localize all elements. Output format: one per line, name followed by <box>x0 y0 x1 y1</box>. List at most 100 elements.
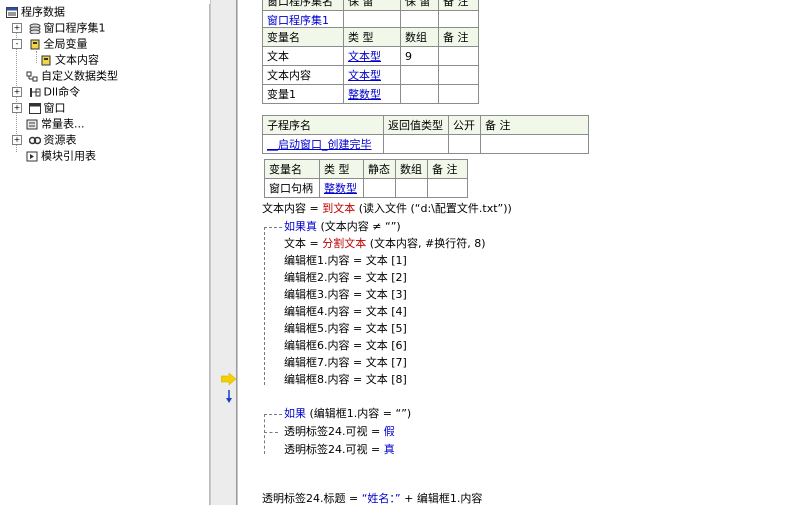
code-line[interactable]: 编辑框5.内容 = 文本 [5] <box>284 320 407 337</box>
code-line[interactable]: 编辑框6.内容 = 文本 [6] <box>284 337 407 354</box>
code-line[interactable]: 文本内容 = 到文本 (读入文件 (“d:\配置文件.txt”)) <box>262 200 512 217</box>
tree-item-text-content[interactable]: 文本内容 <box>40 52 99 67</box>
code-token: = <box>367 443 384 456</box>
tree-item-custom-types[interactable]: 自定义数据类型 <box>26 68 118 83</box>
var-note-cell[interactable] <box>438 84 479 104</box>
table-cell[interactable] <box>395 178 428 198</box>
table-cell[interactable] <box>448 134 481 154</box>
code-token: = <box>367 425 384 438</box>
var-name-cell[interactable]: 文本内容 <box>262 65 344 85</box>
code-line[interactable]: 编辑框3.内容 = 文本 [3] <box>284 286 407 303</box>
code-token: (编辑框1.内容 = “”) <box>306 407 412 420</box>
table-cell[interactable] <box>480 134 589 154</box>
table-header: 保 留 <box>400 0 439 11</box>
dll-icon <box>29 87 41 98</box>
expand-icon[interactable]: + <box>12 87 22 97</box>
tree-item-assembly[interactable]: + 窗口程序集1 <box>12 20 106 35</box>
code-token: “姓名：” <box>361 492 401 505</box>
tree-item-label: 常量表... <box>41 117 85 131</box>
code-token: 透明标签24.可视 <box>284 443 368 456</box>
code-line[interactable]: 编辑框7.内容 = 文本 [7] <box>284 354 407 371</box>
code-token: 透明标签24.标题 <box>262 492 346 505</box>
global-vars-table: 变量名 类 型 数组 备 注 文本 文本型 9 文本内容 文本型 变量1 整数型 <box>262 27 479 104</box>
tree-item-label: 模块引用表 <box>41 149 96 163</box>
code-line[interactable]: 如果 (编辑框1.内容 = “”) <box>284 405 411 422</box>
code-line[interactable]: 文本 = 分割文本 (文本内容, #换行符, 8) <box>284 235 486 252</box>
tree-item-module-refs[interactable]: 模块引用表 <box>26 148 96 163</box>
var-note-cell[interactable] <box>438 65 479 85</box>
var-type-cell[interactable]: 文本型 <box>343 65 401 85</box>
var-type-cell[interactable]: 文本型 <box>343 46 401 66</box>
table-header: 备 注 <box>480 115 589 135</box>
panel-splitter[interactable] <box>210 0 238 505</box>
var-array-cell[interactable]: 9 <box>400 46 439 66</box>
local-var-type-cell[interactable]: 整数型 <box>319 178 364 198</box>
code-line[interactable]: 透明标签24.标题 = “姓名：” + 编辑框1.内容 <box>262 490 482 507</box>
code-editor[interactable]: 窗口程序集名 保 留 保 留 备 注 窗口程序集1 变量名 类 型 数组 备 注… <box>262 0 800 505</box>
table-cell[interactable] <box>363 178 396 198</box>
subroutine-name-cell[interactable]: __启动窗口_创建完毕 <box>262 134 384 154</box>
table-header: 返回值类型 <box>383 115 449 135</box>
code-token: = <box>306 237 323 250</box>
table-row[interactable]: 变量1 整数型 <box>262 84 479 104</box>
block-guide <box>264 227 282 228</box>
code-token: 分割文本 <box>322 237 367 250</box>
tree-root-label: 程序数据 <box>21 5 65 19</box>
var-array-cell[interactable] <box>400 84 439 104</box>
code-gutter <box>236 0 237 505</box>
code-token: = <box>306 202 323 215</box>
table-header: 变量名 <box>264 159 320 179</box>
table-header: 子程序名 <box>262 115 384 135</box>
var-note-cell[interactable] <box>438 46 479 66</box>
code-line[interactable]: 编辑框2.内容 = 文本 [2] <box>284 269 407 286</box>
table-header: 备 注 <box>438 0 479 11</box>
table-row[interactable]: 文本 文本型 9 <box>262 46 479 66</box>
var-array-cell[interactable] <box>400 65 439 85</box>
tree-item-label: 文本内容 <box>55 53 99 67</box>
expand-icon[interactable]: + <box>12 23 22 33</box>
collapse-icon[interactable]: - <box>12 39 22 49</box>
tree-item-dll[interactable]: + Dll命令 <box>12 84 80 99</box>
block-guide <box>264 432 278 433</box>
code-line[interactable]: 编辑框8.内容 = 文本 [8] <box>284 371 407 388</box>
table-row[interactable]: 文本内容 文本型 <box>262 65 479 85</box>
tree-item-label: Dll命令 <box>43 85 81 99</box>
resource-icon <box>28 135 41 146</box>
code-line[interactable]: 透明标签24.可视 = 真 <box>284 441 395 458</box>
tree-item-resources[interactable]: + 资源表 <box>12 132 77 147</box>
tree-item-label: 全局变量 <box>43 37 88 51</box>
tree-item-windows[interactable]: + 窗口 <box>12 100 66 115</box>
code-token: (文本内容 ≠ “”) <box>317 220 401 233</box>
expand-icon[interactable]: + <box>12 103 22 113</box>
code-line[interactable]: 如果真 (文本内容 ≠ “”) <box>284 218 401 235</box>
constant-icon <box>26 119 38 130</box>
code-line[interactable]: 编辑框4.内容 = 文本 [4] <box>284 303 407 320</box>
program-data-tree[interactable]: 程序数据 + 窗口程序集1 - 全局变量 文本内容 自定义数据类型 + Dll命… <box>4 4 210 505</box>
table-cell[interactable] <box>427 178 468 198</box>
tree-item-constants[interactable]: 常量表... <box>26 116 85 131</box>
current-line-arrow-icon <box>221 373 237 385</box>
custom-type-icon <box>26 71 38 82</box>
tree-item-global-vars[interactable]: - 全局变量 <box>12 36 88 51</box>
code-token: 到文本 <box>322 202 356 215</box>
table-header: 保 留 <box>343 0 401 11</box>
var-name-cell[interactable]: 文本 <box>262 46 344 66</box>
tree-item-label: 资源表 <box>43 133 77 147</box>
var-type-cell[interactable]: 整数型 <box>343 84 401 104</box>
table-header: 数组 <box>395 159 428 179</box>
code-token: + 编辑框1.内容 <box>400 492 483 505</box>
code-line[interactable]: 编辑框1.内容 = 文本 [1] <box>284 252 407 269</box>
table-header: 公开 <box>448 115 481 135</box>
table-header: 变量名 <box>262 27 344 47</box>
code-token: 透明标签24.可视 <box>284 425 368 438</box>
var-name-cell[interactable]: 变量1 <box>262 84 344 104</box>
tree-item-label: 自定义数据类型 <box>41 69 118 83</box>
code-line[interactable]: 透明标签24.可视 = 假 <box>284 423 395 440</box>
local-var-name-cell[interactable]: 窗口句柄 <box>264 178 320 198</box>
table-cell[interactable] <box>383 134 449 154</box>
block-guide <box>264 414 282 415</box>
step-down-arrow-icon <box>226 390 232 403</box>
global-var-icon <box>29 39 41 50</box>
expand-icon[interactable]: + <box>12 135 22 145</box>
tree-root[interactable]: 程序数据 <box>6 4 65 19</box>
